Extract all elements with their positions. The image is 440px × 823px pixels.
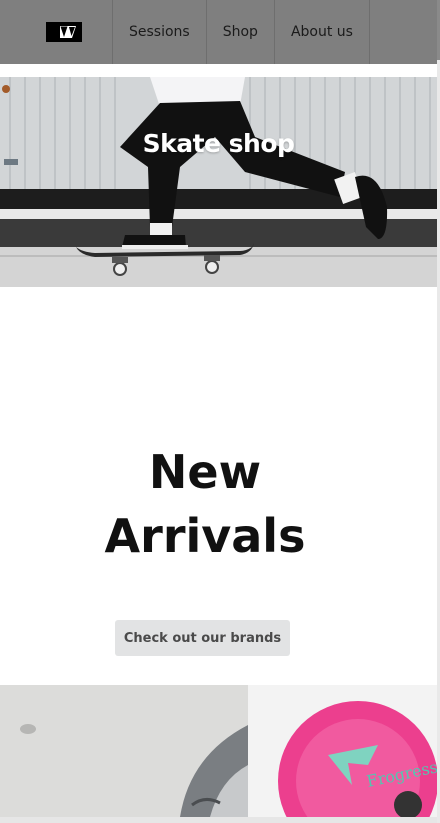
nav-shop[interactable]: Shop	[207, 0, 275, 64]
nav-about-us[interactable]: About us	[275, 0, 370, 64]
arrivals-line-2: Arrivals	[104, 509, 306, 563]
brand-logo-icon[interactable]	[46, 22, 82, 42]
hero-title: Skate shop	[142, 129, 295, 158]
new-arrivals-heading: New Arrivals	[0, 440, 410, 568]
deck-photo: Frogressive	[248, 685, 437, 817]
bottom-divider	[0, 817, 440, 823]
top-navbar: Sessions Shop About us	[0, 0, 437, 64]
nav-sessions[interactable]: Sessions	[113, 0, 207, 64]
shoe-photo	[0, 685, 248, 817]
logo-cell[interactable]	[0, 0, 113, 64]
hero-banner: Skate shop	[0, 77, 437, 287]
product-tile-shoe[interactable]	[0, 685, 248, 817]
hero-skater-image	[0, 77, 437, 287]
product-tile-deck[interactable]: Frogressive	[248, 685, 437, 817]
check-out-brands-button[interactable]: Check out our brands	[115, 620, 290, 656]
arrivals-line-1: New	[148, 445, 262, 499]
